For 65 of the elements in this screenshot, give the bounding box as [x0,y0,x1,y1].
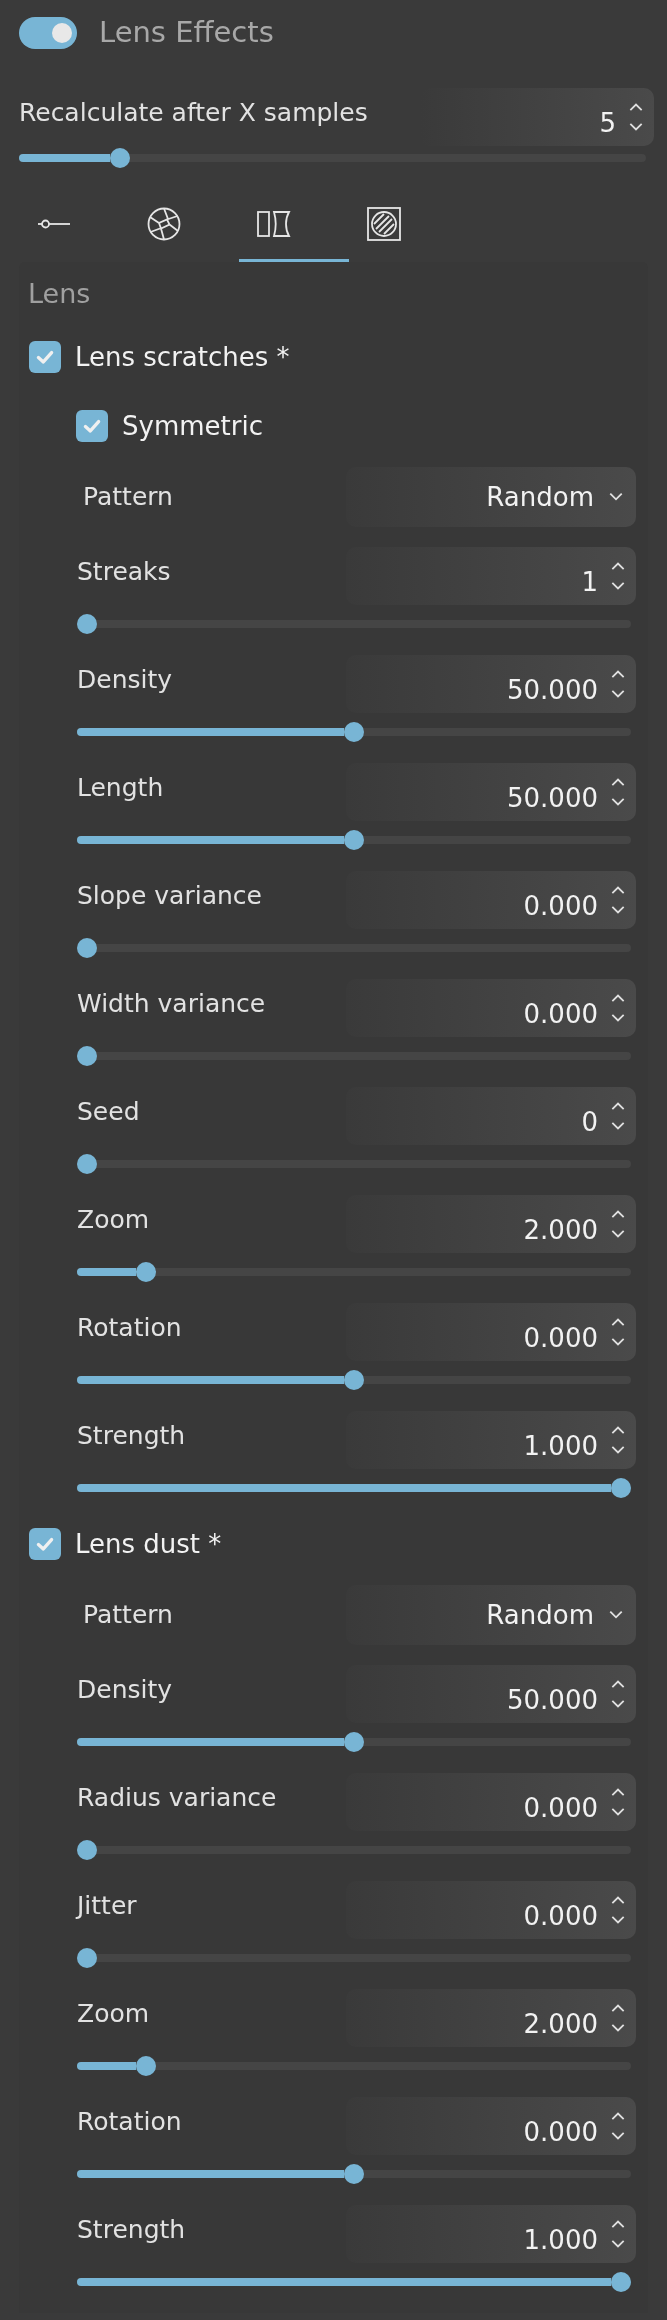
slider-thumb[interactable] [77,1840,97,1860]
slider-thumb[interactable] [611,2272,631,2292]
slider[interactable] [77,1948,631,1968]
checkbox-label: Lens dust * [75,1527,222,1561]
slider-thumb[interactable] [135,2056,156,2076]
slider[interactable] [77,2164,631,2184]
slider[interactable] [77,2272,631,2292]
slider-thumb[interactable] [77,1948,97,1968]
field-label: Seed [77,1096,140,1128]
slider[interactable] [77,1046,631,1066]
checkbox[interactable] [76,410,108,442]
field-label: Strength [77,1420,186,1452]
field-label: Rotation [77,1312,182,1344]
checkbox-label: Lens scratches * [75,340,290,374]
slider-thumb[interactable] [77,614,97,634]
slider[interactable] [77,1370,631,1390]
slider-thumb[interactable] [344,830,364,850]
toggle-switch[interactable] [19,17,77,49]
slider[interactable] [77,830,631,850]
slider[interactable] [77,614,631,634]
aperture-icon [147,206,181,241]
slider[interactable] [77,1262,631,1282]
slider-thumb[interactable] [611,1478,631,1498]
field-label: Density [77,1674,173,1706]
field-label: Width variance [77,988,266,1020]
slider[interactable] [77,1478,631,1498]
slider-thumb[interactable] [77,1154,97,1174]
field-label: Pattern [83,481,173,514]
slider[interactable] [77,938,631,958]
slider[interactable] [77,722,631,742]
section-title: Lens Effects [99,14,274,52]
group-title: Lens [28,277,92,311]
chevron-down-icon [608,491,624,503]
checkbox[interactable] [29,1528,61,1560]
lens-elements-icon [257,208,291,239]
chevron-down-icon [608,1609,624,1621]
slider[interactable] [77,2056,631,2076]
field-label: Radius variance [77,1782,277,1814]
field-label: Pattern [83,1599,173,1632]
field-label: Strength [77,2214,186,2246]
slider-icon [37,217,71,230]
filter-icon [367,206,401,241]
slider-thumb[interactable] [110,148,131,168]
slider[interactable] [77,1154,631,1174]
slider-thumb[interactable] [344,2164,364,2184]
slider-thumb[interactable] [135,1262,156,1282]
field-label: Zoom [77,1998,150,2030]
slider-thumb[interactable] [77,938,97,958]
slider-thumb[interactable] [344,1732,364,1752]
slider-thumb[interactable] [344,722,364,742]
field-label: Streaks [77,556,171,588]
field-label: Slope variance [77,880,262,912]
field-label: Jitter [77,1890,137,1922]
field-label: Rotation [77,2106,182,2138]
slider[interactable] [77,1840,631,1860]
field-label: Recalculate after X samples [19,97,368,129]
slider[interactable] [19,148,646,168]
field-label: Zoom [77,1204,150,1236]
slider-thumb[interactable] [344,1370,364,1390]
checkbox-label: Symmetric [122,409,263,443]
field-label: Length [77,772,164,804]
slider[interactable] [77,1732,631,1752]
checkbox[interactable] [29,341,61,373]
field-label: Density [77,664,173,696]
slider-thumb[interactable] [77,1046,97,1066]
